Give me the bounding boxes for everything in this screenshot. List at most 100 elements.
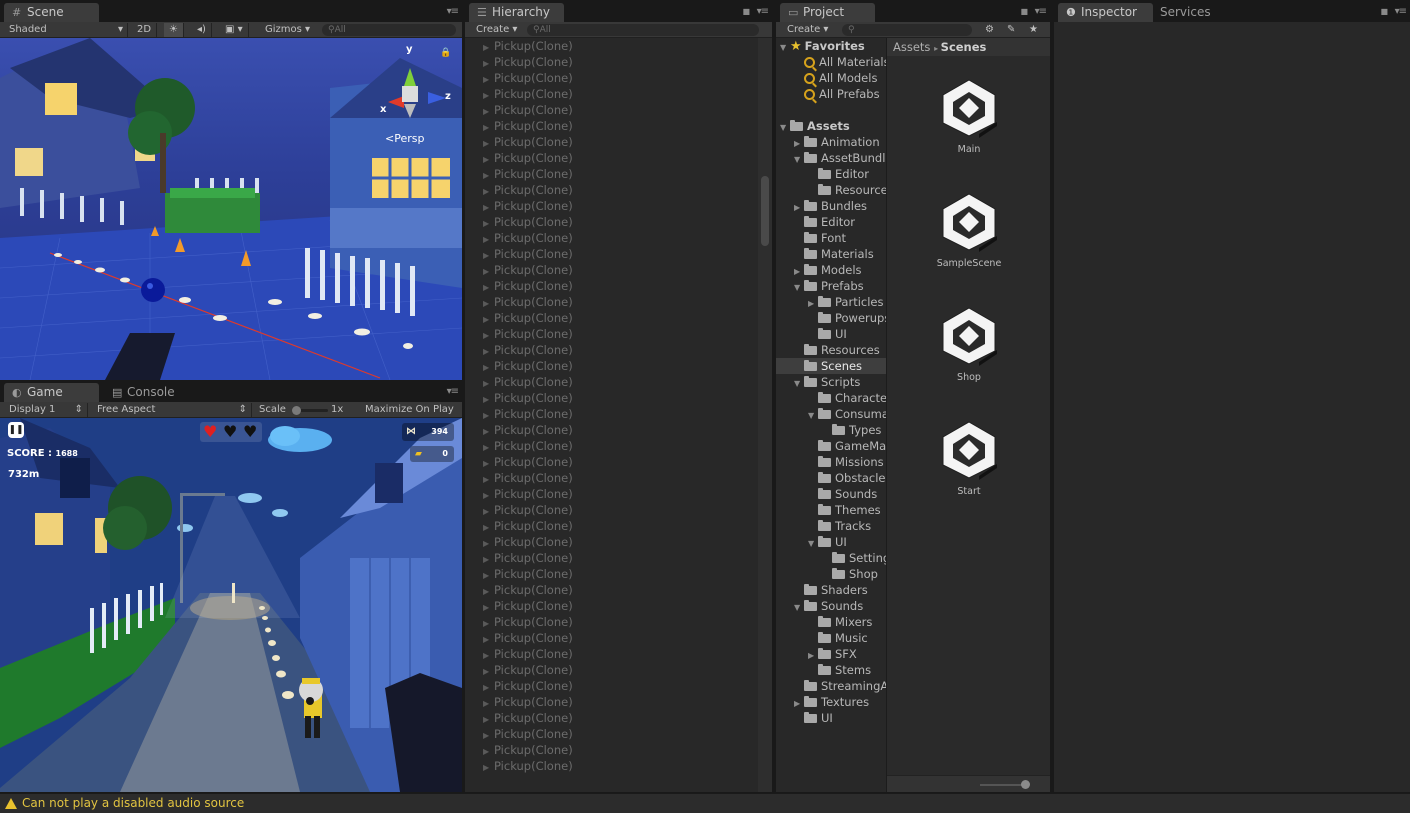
hierarchy-row[interactable]: ▶ Pickup(Clone) <box>465 582 758 598</box>
tree-item[interactable]: Editor <box>776 214 886 230</box>
project-content-area[interactable]: Assets ▸ Scenes Main SampleScene Shop Start <box>886 38 1050 792</box>
tree-item[interactable]: ▼ Scripts <box>776 374 886 390</box>
game-viewport[interactable]: ❚❚ SCORE : 1688 732m ♥ ♥ ♥ ⋈ 394 ▰ 0 <box>0 418 462 792</box>
hierarchy-row[interactable]: ▶ Pickup(Clone) <box>465 486 758 502</box>
hierarchy-row[interactable]: ▶ Pickup(Clone) <box>465 598 758 614</box>
tree-item[interactable]: UI <box>776 326 886 342</box>
hierarchy-row[interactable]: ▶ Pickup(Clone) <box>465 102 758 118</box>
hierarchy-row[interactable]: ▶ Pickup(Clone) <box>465 534 758 550</box>
tree-item[interactable]: Materials <box>776 246 886 262</box>
scene-asset[interactable]: Shop <box>914 306 1024 383</box>
tree-item[interactable]: Powerups <box>776 310 886 326</box>
hierarchy-row[interactable]: ▶ Pickup(Clone) <box>465 342 758 358</box>
pause-button[interactable]: ❚❚ <box>8 422 24 438</box>
tab-scene[interactable]: # Scene <box>4 3 99 22</box>
tree-item[interactable]: All Prefabs <box>776 86 886 102</box>
lock-icon[interactable]: 🔒 <box>440 48 451 58</box>
hierarchy-row[interactable]: ▶ Pickup(Clone) <box>465 358 758 374</box>
tree-item[interactable]: Shop <box>776 566 886 582</box>
tree-item[interactable]: All Materials <box>776 54 886 70</box>
breadcrumb-scenes[interactable]: Scenes <box>941 40 987 54</box>
hierarchy-row[interactable]: ▶ Pickup(Clone) <box>465 54 758 70</box>
hierarchy-row[interactable]: ▶ Pickup(Clone) <box>465 134 758 150</box>
tree-item[interactable]: StreamingAssets <box>776 678 886 694</box>
tree-item[interactable]: GameManager <box>776 438 886 454</box>
tree-item[interactable]: Music <box>776 630 886 646</box>
hierarchy-row[interactable]: ▶ Pickup(Clone) <box>465 182 758 198</box>
lock-icon[interactable]: ■ <box>742 7 750 16</box>
hierarchy-row[interactable]: ▶ Pickup(Clone) <box>465 502 758 518</box>
hierarchy-row[interactable]: ▶ Pickup(Clone) <box>465 662 758 678</box>
hierarchy-row[interactable]: ▶ Pickup(Clone) <box>465 710 758 726</box>
tree-item[interactable]: Resources <box>776 342 886 358</box>
hierarchy-row[interactable]: ▶ Pickup(Clone) <box>465 38 758 54</box>
tab-hierarchy[interactable]: ☰ Hierarchy <box>469 3 564 22</box>
filter-by-type-icon[interactable]: ⚙ <box>980 23 999 37</box>
hierarchy-row[interactable]: ▶ Pickup(Clone) <box>465 422 758 438</box>
tree-item[interactable]: ▼ Prefabs <box>776 278 886 294</box>
hierarchy-row[interactable]: ▶ Pickup(Clone) <box>465 726 758 742</box>
hierarchy-row[interactable]: ▶ Pickup(Clone) <box>465 118 758 134</box>
tree-item[interactable]: Mixers <box>776 614 886 630</box>
panel-menu-icon[interactable]: ▾≡ <box>1395 6 1407 17</box>
tree-item[interactable]: Missions <box>776 454 886 470</box>
lighting-toggle-icon[interactable]: ☀ <box>164 23 184 37</box>
project-create-dropdown[interactable]: Create ▾ <box>782 23 833 37</box>
hierarchy-row[interactable]: ▶ Pickup(Clone) <box>465 454 758 470</box>
maximize-on-play-toggle[interactable]: Maximize On Play <box>360 403 459 417</box>
hierarchy-row[interactable]: ▶ Pickup(Clone) <box>465 278 758 294</box>
tree-item[interactable]: Editor <box>776 166 886 182</box>
hierarchy-row[interactable]: ▶ Pickup(Clone) <box>465 150 758 166</box>
tree-item[interactable]: Characters <box>776 390 886 406</box>
tab-services[interactable]: Services <box>1152 3 1247 22</box>
hierarchy-row[interactable]: ▶ Pickup(Clone) <box>465 166 758 182</box>
hierarchy-row[interactable]: ▶ Pickup(Clone) <box>465 758 758 774</box>
display-dropdown[interactable]: Display 1 ⇕ <box>4 403 88 417</box>
hierarchy-row[interactable]: ▶ Pickup(Clone) <box>465 630 758 646</box>
tree-item[interactable]: Shaders <box>776 582 886 598</box>
lock-icon[interactable]: ■ <box>1020 7 1028 16</box>
tree-item[interactable]: Resources <box>776 182 886 198</box>
hierarchy-row[interactable]: ▶ Pickup(Clone) <box>465 198 758 214</box>
tree-item[interactable]: ▼ ★ Favorites <box>776 38 886 54</box>
panel-menu-icon[interactable]: ▾≡ <box>447 386 459 397</box>
hierarchy-row[interactable]: ▶ Pickup(Clone) <box>465 246 758 262</box>
tree-item[interactable]: UI <box>776 710 886 726</box>
hierarchy-scrollbar[interactable] <box>758 38 772 792</box>
tree-item[interactable]: ▼AssetBundles <box>776 150 886 166</box>
tree-item[interactable]: Obstacles <box>776 470 886 486</box>
hierarchy-row[interactable]: ▶ Pickup(Clone) <box>465 550 758 566</box>
tree-item[interactable]: Stems <box>776 662 886 678</box>
hierarchy-row[interactable]: ▶ Pickup(Clone) <box>465 390 758 406</box>
hierarchy-row[interactable]: ▶ Pickup(Clone) <box>465 406 758 422</box>
hierarchy-list[interactable]: ▶ Pickup(Clone) ▶ Pickup(Clone) ▶ Pickup(Clon… <box>465 38 758 792</box>
gizmo-axis-y[interactable]: y <box>406 44 413 55</box>
hierarchy-row[interactable]: ▶ Pickup(Clone) <box>465 438 758 454</box>
tree-item[interactable]: All Models <box>776 70 886 86</box>
scene-search-input[interactable]: ⚲All <box>322 24 456 36</box>
tab-console[interactable]: ▤ Console <box>104 383 199 402</box>
tree-item[interactable]: Tracks <box>776 518 886 534</box>
hierarchy-row[interactable]: ▶ Pickup(Clone) <box>465 230 758 246</box>
tree-item[interactable]: Sounds <box>776 486 886 502</box>
expand-arrow-icon[interactable]: ▶ <box>483 760 494 776</box>
hierarchy-create-dropdown[interactable]: Create ▾ <box>471 23 522 37</box>
tree-item[interactable]: Settings <box>776 550 886 566</box>
hierarchy-row[interactable]: ▶ Pickup(Clone) <box>465 86 758 102</box>
tree-item[interactable]: ▼Consumables <box>776 406 886 422</box>
tree-item[interactable]: Themes <box>776 502 886 518</box>
effects-toggle-icon[interactable]: ▣ ▾ <box>220 23 249 37</box>
scene-asset[interactable]: Main <box>914 78 1024 155</box>
hierarchy-row[interactable]: ▶ Pickup(Clone) <box>465 262 758 278</box>
panel-menu-icon[interactable]: ▾≡ <box>1035 6 1047 17</box>
hierarchy-row[interactable]: ▶ Pickup(Clone) <box>465 694 758 710</box>
hierarchy-row[interactable]: ▶ Pickup(Clone) <box>465 742 758 758</box>
gizmos-dropdown[interactable]: Gizmos ▾ <box>260 23 315 37</box>
scale-slider[interactable] <box>292 406 328 415</box>
tree-item[interactable]: ▶ Bundles <box>776 198 886 214</box>
gizmo-axis-z[interactable]: z <box>445 91 451 102</box>
tree-item[interactable]: Font <box>776 230 886 246</box>
scale-slider-knob[interactable] <box>292 406 301 415</box>
hierarchy-row[interactable]: ▶ Pickup(Clone) <box>465 374 758 390</box>
hierarchy-search-input[interactable]: ⚲All <box>527 24 759 36</box>
